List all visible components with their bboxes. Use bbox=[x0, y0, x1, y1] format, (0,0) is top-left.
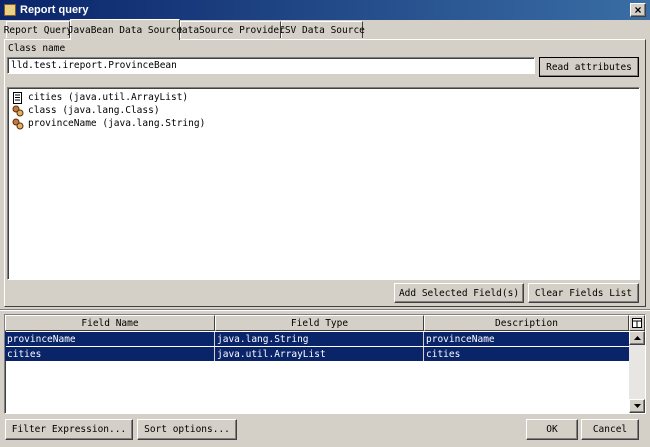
list-item[interactable]: class (java.lang.Class) bbox=[12, 104, 160, 117]
scroll-down-button[interactable] bbox=[629, 399, 645, 413]
tab-report-query[interactable]: Report Query bbox=[3, 21, 73, 38]
tab-label: CSV Data Source bbox=[279, 24, 365, 36]
split-divider[interactable] bbox=[0, 309, 650, 311]
title-bar[interactable]: Report query bbox=[0, 0, 650, 20]
clear-fields-list-label: Clear Fields List bbox=[534, 287, 633, 299]
column-chooser-button[interactable] bbox=[629, 315, 645, 331]
arrow-down-icon bbox=[633, 404, 641, 408]
read-attributes-label: Read attributes bbox=[546, 61, 632, 73]
field-type-cell: java.lang.String bbox=[215, 332, 424, 346]
tab-label: Report Query bbox=[3, 24, 73, 36]
sort-options-button[interactable]: Sort options... bbox=[137, 419, 237, 440]
close-button[interactable]: × bbox=[630, 3, 646, 17]
column-label: Description bbox=[495, 317, 558, 329]
class-name-input[interactable]: lld.test.ireport.ProvinceBean bbox=[7, 57, 535, 74]
column-header-field-name[interactable]: Field Name bbox=[5, 315, 215, 331]
vertical-scrollbar[interactable] bbox=[629, 331, 645, 413]
bean-attribute-icon bbox=[12, 105, 24, 116]
window-title: Report query bbox=[20, 4, 89, 16]
class-name-label: Class name bbox=[8, 43, 66, 54]
cancel-button[interactable]: Cancel bbox=[581, 419, 639, 440]
list-item[interactable]: cities (java.util.ArrayList) bbox=[12, 91, 188, 104]
attributes-list[interactable]: cities (java.util.ArrayList) class (java… bbox=[7, 87, 640, 280]
bean-attribute-icon bbox=[12, 118, 24, 129]
description-cell: provinceName bbox=[426, 333, 495, 345]
column-header-field-type[interactable]: Field Type bbox=[215, 315, 424, 331]
table-row[interactable]: provinceName java.lang.String provinceNa… bbox=[5, 332, 629, 346]
ok-label: OK bbox=[546, 424, 558, 435]
column-label: Field Name bbox=[81, 317, 139, 329]
tab-datasource-provider[interactable]: DataSource Provider bbox=[176, 21, 285, 38]
tab-label: JavaBean Data Source bbox=[67, 24, 183, 36]
field-type-cell: java.util.ArrayList bbox=[215, 347, 424, 361]
app-icon bbox=[4, 4, 16, 16]
tab-javabean-data-source[interactable]: JavaBean Data Source bbox=[67, 19, 183, 40]
field-name-cell: provinceName bbox=[5, 332, 215, 346]
clear-fields-list-button[interactable]: Clear Fields List bbox=[528, 283, 639, 303]
scroll-up-button[interactable] bbox=[629, 331, 645, 345]
ok-button[interactable]: OK bbox=[526, 419, 578, 440]
field-name-cell: cities bbox=[5, 347, 215, 361]
list-attribute-icon bbox=[13, 91, 22, 104]
filter-expression-label: Filter Expression... bbox=[11, 424, 127, 435]
table-row[interactable]: cities java.util.ArrayList cities bbox=[5, 347, 629, 361]
arrow-up-icon bbox=[633, 336, 641, 340]
close-icon: × bbox=[634, 3, 642, 17]
attribute-label: provinceName (java.lang.String) bbox=[28, 118, 206, 129]
add-selected-fields-label: Add Selected Field(s) bbox=[398, 287, 520, 299]
column-label: Field Type bbox=[290, 317, 349, 329]
list-item[interactable]: provinceName (java.lang.String) bbox=[12, 117, 205, 130]
column-chooser-icon bbox=[632, 318, 642, 328]
fields-table[interactable]: Field Name Field Type Description provin… bbox=[4, 314, 646, 414]
class-name-value: lld.test.ireport.ProvinceBean bbox=[11, 60, 177, 71]
description-cell: cities bbox=[426, 348, 461, 360]
add-selected-fields-button[interactable]: Add Selected Field(s) bbox=[394, 283, 524, 303]
cancel-label: Cancel bbox=[592, 424, 628, 435]
sort-options-label: Sort options... bbox=[144, 424, 230, 435]
tab-csv-data-source[interactable]: CSV Data Source bbox=[279, 21, 365, 38]
filter-expression-button[interactable]: Filter Expression... bbox=[5, 419, 133, 440]
attribute-label: class (java.lang.Class) bbox=[28, 105, 160, 116]
column-header-description[interactable]: Description bbox=[424, 315, 629, 331]
read-attributes-button[interactable]: Read attributes bbox=[539, 57, 639, 77]
attribute-label: cities (java.util.ArrayList) bbox=[28, 92, 189, 103]
tab-label: DataSource Provider bbox=[176, 24, 285, 36]
